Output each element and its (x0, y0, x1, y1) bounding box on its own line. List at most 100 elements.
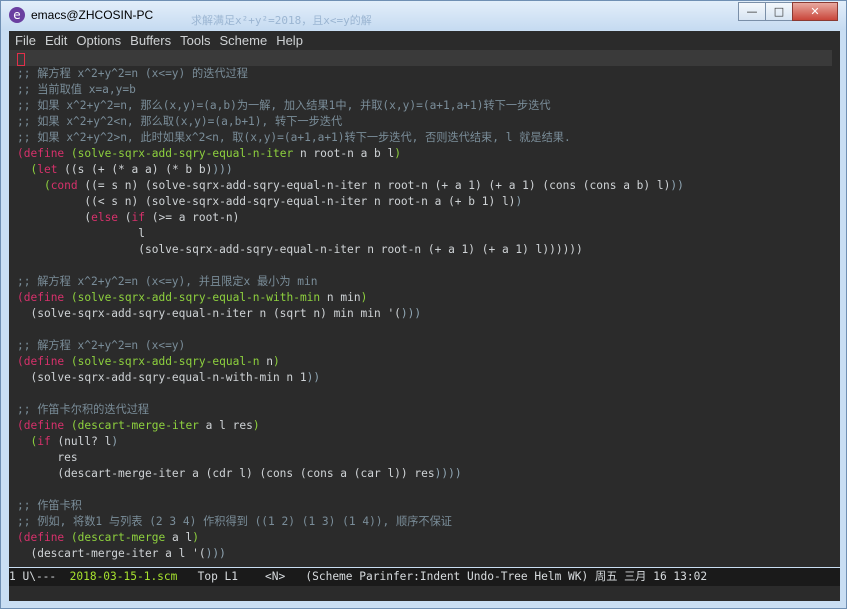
code-line[interactable]: ;; 例如, 将数1 与列表 (2 3 4) 作积得到 ((1 2) (1 3)… (17, 514, 452, 530)
code-token: define (23, 291, 65, 304)
code-token: (descart-merge-iter a (cdr l) (cons (con… (17, 467, 435, 480)
code-line[interactable]: ;; 解方程 x^2+y^2=n (x<=y) 的迭代过程 (17, 66, 248, 82)
code-line[interactable]: ;; 作笛卡尔积的迭代过程 (17, 402, 149, 418)
code-token: ( (17, 179, 51, 192)
code-token: ((= s n) (solve-sqrx-add-sqry-equal-n-it… (77, 179, 671, 192)
code-line[interactable]: (else (if (>= a root-n) (17, 210, 239, 226)
mode-line: 1 U\--- 2018-03-15-1.scm Top L1 <N> (Sch… (9, 568, 840, 586)
menu-bar: File Edit Options Buffers Tools Scheme H… (9, 31, 840, 50)
code-line[interactable]: (solve-sqrx-add-sqry-equal-n-iter n root… (17, 242, 583, 258)
minibuffer[interactable] (9, 586, 840, 601)
code-token: (solve-sqrx-add-sqry-equal-n-with-min n … (17, 371, 307, 384)
text-cursor (17, 53, 25, 66)
code-comment: ;; 如果 x^2+y^2<n, 那么取(x,y)=(a,b+1), 转下一步迭… (17, 115, 343, 128)
code-comment: ;; 解方程 x^2+y^2=n (x<=y) (17, 339, 186, 352)
code-comment: ;; 作笛卡积 (17, 499, 82, 512)
code-token: if (131, 211, 146, 224)
code-token: else (91, 211, 119, 224)
code-token: ) (515, 195, 523, 208)
menu-buffers[interactable]: Buffers (130, 33, 171, 48)
code-line[interactable]: ;; 解方程 x^2+y^2=n (x<=y), 并且限定x 最小为 min (17, 274, 317, 290)
code-token: ( (70, 291, 78, 304)
code-comment: ;; 解方程 x^2+y^2=n (x<=y) 的迭代过程 (17, 67, 248, 80)
menu-options[interactable]: Options (76, 33, 121, 48)
menu-scheme[interactable]: Scheme (219, 33, 267, 48)
emacs-icon: e (9, 7, 25, 23)
code-line[interactable]: (solve-sqrx-add-sqry-equal-n-iter n (sqr… (17, 306, 421, 322)
title-bar[interactable]: e emacs@ZHCOSIN-PC 求解满足x²+y²=2018，且x<=y的… (1, 1, 846, 30)
code-token: (solve-sqrx-add-sqry-equal-n-iter n root… (17, 243, 583, 256)
code-line[interactable]: (cond ((= s n) (solve-sqrx-add-sqry-equa… (17, 178, 684, 194)
code-line[interactable]: ;; 作笛卡积 (17, 498, 82, 514)
code-token: ( (17, 531, 24, 544)
mode-line-status: 1 U\--- (9, 570, 70, 583)
code-token: let (37, 163, 58, 176)
current-line[interactable] (9, 50, 832, 66)
menu-help[interactable]: Help (276, 33, 303, 48)
background-window-title: 求解满足x²+y²=2018，且x<=y的解 (191, 14, 372, 27)
window-title: emacs@ZHCOSIN-PC (31, 8, 154, 22)
code-comment: ;; 例如, 将数1 与列表 (2 3 4) 作积得到 ((1 2) (1 3)… (17, 515, 452, 528)
mode-line-info: Top L1 <N> (Scheme Parinfer:Indent Undo-… (177, 570, 708, 583)
code-line[interactable]: ;; 如果 x^2+y^2<n, 那么取(x,y)=(a,b+1), 转下一步迭… (17, 114, 342, 130)
code-token: ))) (212, 163, 233, 176)
code-line[interactable]: (solve-sqrx-add-sqry-equal-n-with-min n … (17, 370, 320, 386)
code-comment: ;; 当前取值 x=a,y=b (17, 83, 136, 96)
code-token: ( (70, 419, 78, 432)
code-token: ))) (205, 547, 226, 560)
code-line[interactable]: (define (solve-sqrx-add-sqry-equal-n n) (17, 354, 280, 370)
code-token: ) (192, 531, 199, 544)
code-line[interactable]: (define (descart-merge-iter a l res) (17, 418, 260, 434)
menu-edit[interactable]: Edit (45, 33, 67, 48)
code-token: ) (252, 419, 260, 432)
code-line[interactable]: l (17, 226, 145, 242)
minimize-button[interactable]: — (738, 2, 766, 21)
code-comment: ;; 如果 x^2+y^2>n, 此时如果x^2<n, 取(x,y)=(a+1,… (17, 131, 571, 144)
emacs-window: e emacs@ZHCOSIN-PC 求解满足x²+y²=2018，且x<=y的… (0, 0, 847, 609)
code-token: (>= a root-n) (145, 211, 240, 224)
code-token: )) (670, 179, 684, 192)
code-line[interactable]: (if (null? l) (17, 434, 118, 450)
menu-file[interactable]: File (15, 33, 36, 48)
code-line[interactable]: (define (solve-sqrx-add-sqry-equal-n-wit… (17, 290, 367, 306)
close-button[interactable]: ✕ (792, 2, 838, 21)
code-comment: ;; 作笛卡尔积的迭代过程 (17, 403, 150, 416)
code-token: (descart-merge-iter a l '( (17, 547, 206, 560)
code-token: )))) (434, 467, 462, 480)
mode-line-filename: 2018-03-15-1.scm (69, 570, 178, 583)
code-token: ( (70, 147, 78, 160)
code-line[interactable]: ;; 当前取值 x=a,y=b (17, 82, 136, 98)
code-token: ( (17, 147, 24, 160)
code-line[interactable]: (descart-merge-iter a l '())) (17, 546, 226, 562)
code-token: ) (111, 435, 119, 448)
code-token: ( (118, 211, 132, 224)
code-line[interactable]: (define (solve-sqrx-add-sqry-equal-n-ite… (17, 146, 401, 162)
code-token: a l (165, 531, 193, 544)
code-token: ) (360, 291, 368, 304)
code-token: ( (17, 355, 24, 368)
code-line[interactable]: ((< s n) (solve-sqrx-add-sqry-equal-n-it… (17, 194, 522, 210)
maximize-button[interactable]: □ (765, 2, 793, 21)
code-line[interactable]: ;; 解方程 x^2+y^2=n (x<=y) (17, 338, 185, 354)
code-line[interactable]: (descart-merge-iter a (cdr l) (cons (con… (17, 466, 462, 482)
code-token: ( (70, 355, 78, 368)
code-line[interactable]: (let ((s (+ (* a a) (* b b)))) (17, 162, 233, 178)
code-line[interactable]: ;; 如果 x^2+y^2>n, 此时如果x^2<n, 取(x,y)=(a+1,… (17, 130, 571, 146)
code-token: ) (394, 147, 402, 160)
code-token: l (17, 227, 145, 240)
code-token: (null? l (50, 435, 112, 448)
code-token: define (23, 147, 65, 160)
code-token: define (23, 531, 65, 544)
code-token: ( (17, 435, 38, 448)
code-token: ( (17, 291, 24, 304)
code-line[interactable]: (define (descart-merge a l) (17, 530, 199, 546)
menu-tools[interactable]: Tools (180, 33, 210, 48)
code-editor[interactable]: ;; 解方程 x^2+y^2=n (x<=y) 的迭代过程 ;; 当前取值 x=a… (9, 50, 840, 567)
code-line[interactable]: res (17, 450, 77, 466)
code-token: ( (17, 419, 24, 432)
code-line[interactable]: ;; 如果 x^2+y^2=n, 那么(x,y)=(a,b)为一解, 加入结果1… (17, 98, 551, 114)
